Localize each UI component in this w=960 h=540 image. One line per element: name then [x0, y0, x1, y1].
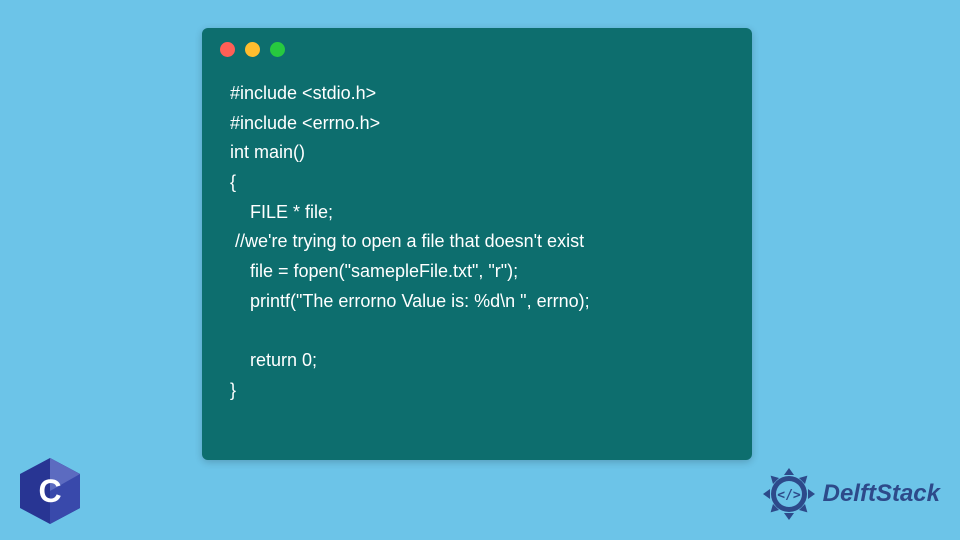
svg-text:C: C	[38, 473, 61, 509]
code-window: #include <stdio.h> #include <errno.h> in…	[202, 28, 752, 460]
svg-text:</>: </>	[777, 488, 801, 503]
delftstack-gear-icon: </>	[761, 466, 817, 522]
close-icon	[220, 42, 235, 57]
delftstack-logo: </> DelftStack	[761, 466, 940, 522]
window-controls	[202, 28, 752, 67]
delftstack-text: DelftStack	[823, 480, 940, 508]
c-language-logo: C	[20, 458, 80, 524]
minimize-icon	[245, 42, 260, 57]
maximize-icon	[270, 42, 285, 57]
code-content: #include <stdio.h> #include <errno.h> in…	[202, 67, 752, 426]
